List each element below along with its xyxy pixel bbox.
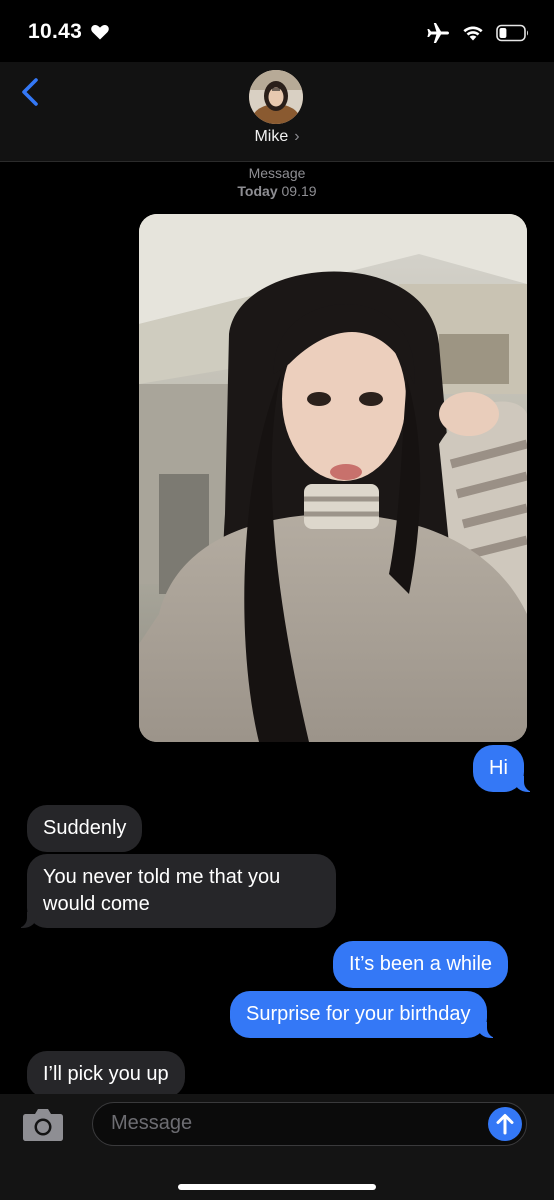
- message-bubble-sent[interactable]: It’s been a while: [333, 941, 509, 988]
- photo-message[interactable]: [139, 214, 527, 742]
- contact-name: Mike: [254, 128, 289, 145]
- message-text: It’s been a while: [349, 953, 493, 975]
- conversation-header: Mike ›: [0, 62, 554, 162]
- message-bubble-received[interactable]: You never told me that you would come: [15, 854, 336, 928]
- camera-icon[interactable]: [22, 1106, 64, 1142]
- time-label: 09.19: [281, 183, 317, 199]
- wifi-icon: [463, 26, 483, 41]
- status-icons: [426, 22, 530, 44]
- home-indicator[interactable]: [178, 1184, 376, 1190]
- message-text: Hi: [489, 757, 508, 779]
- send-button[interactable]: [488, 1107, 522, 1141]
- selfie-photo: [139, 214, 527, 742]
- date-label: Today: [237, 183, 278, 199]
- message-bubble-received[interactable]: I’ll pick you up: [27, 1051, 185, 1098]
- message-text: Surprise for your birthday: [246, 1003, 471, 1025]
- battery-icon: [496, 24, 529, 42]
- status-bar: 10.43: [0, 0, 554, 62]
- message-input-field[interactable]: [92, 1102, 527, 1146]
- arrow-up-icon: [496, 1114, 514, 1135]
- chevron-right-icon: ›: [294, 128, 300, 145]
- thread-timestamp: Today 09.19: [0, 183, 554, 199]
- message-text: You never told me that you would come: [43, 866, 281, 915]
- message-text: I’ll pick you up: [43, 1063, 169, 1085]
- contact-name-button[interactable]: Mike ›: [0, 128, 554, 146]
- message-text: Suddenly: [43, 817, 127, 839]
- message-bubble-sent[interactable]: Hi: [473, 745, 536, 792]
- message-input[interactable]: [111, 1103, 471, 1144]
- message-bubble-sent[interactable]: Surprise for your birthday: [230, 991, 499, 1038]
- service-label: Message: [248, 165, 306, 181]
- chevron-left-icon[interactable]: [16, 74, 48, 110]
- airplane-icon: [427, 23, 449, 43]
- avatar[interactable]: [249, 70, 303, 124]
- message-bubble-received[interactable]: Suddenly: [27, 805, 143, 852]
- heart-icon: [91, 25, 109, 40]
- status-time: 10.43: [28, 20, 83, 43]
